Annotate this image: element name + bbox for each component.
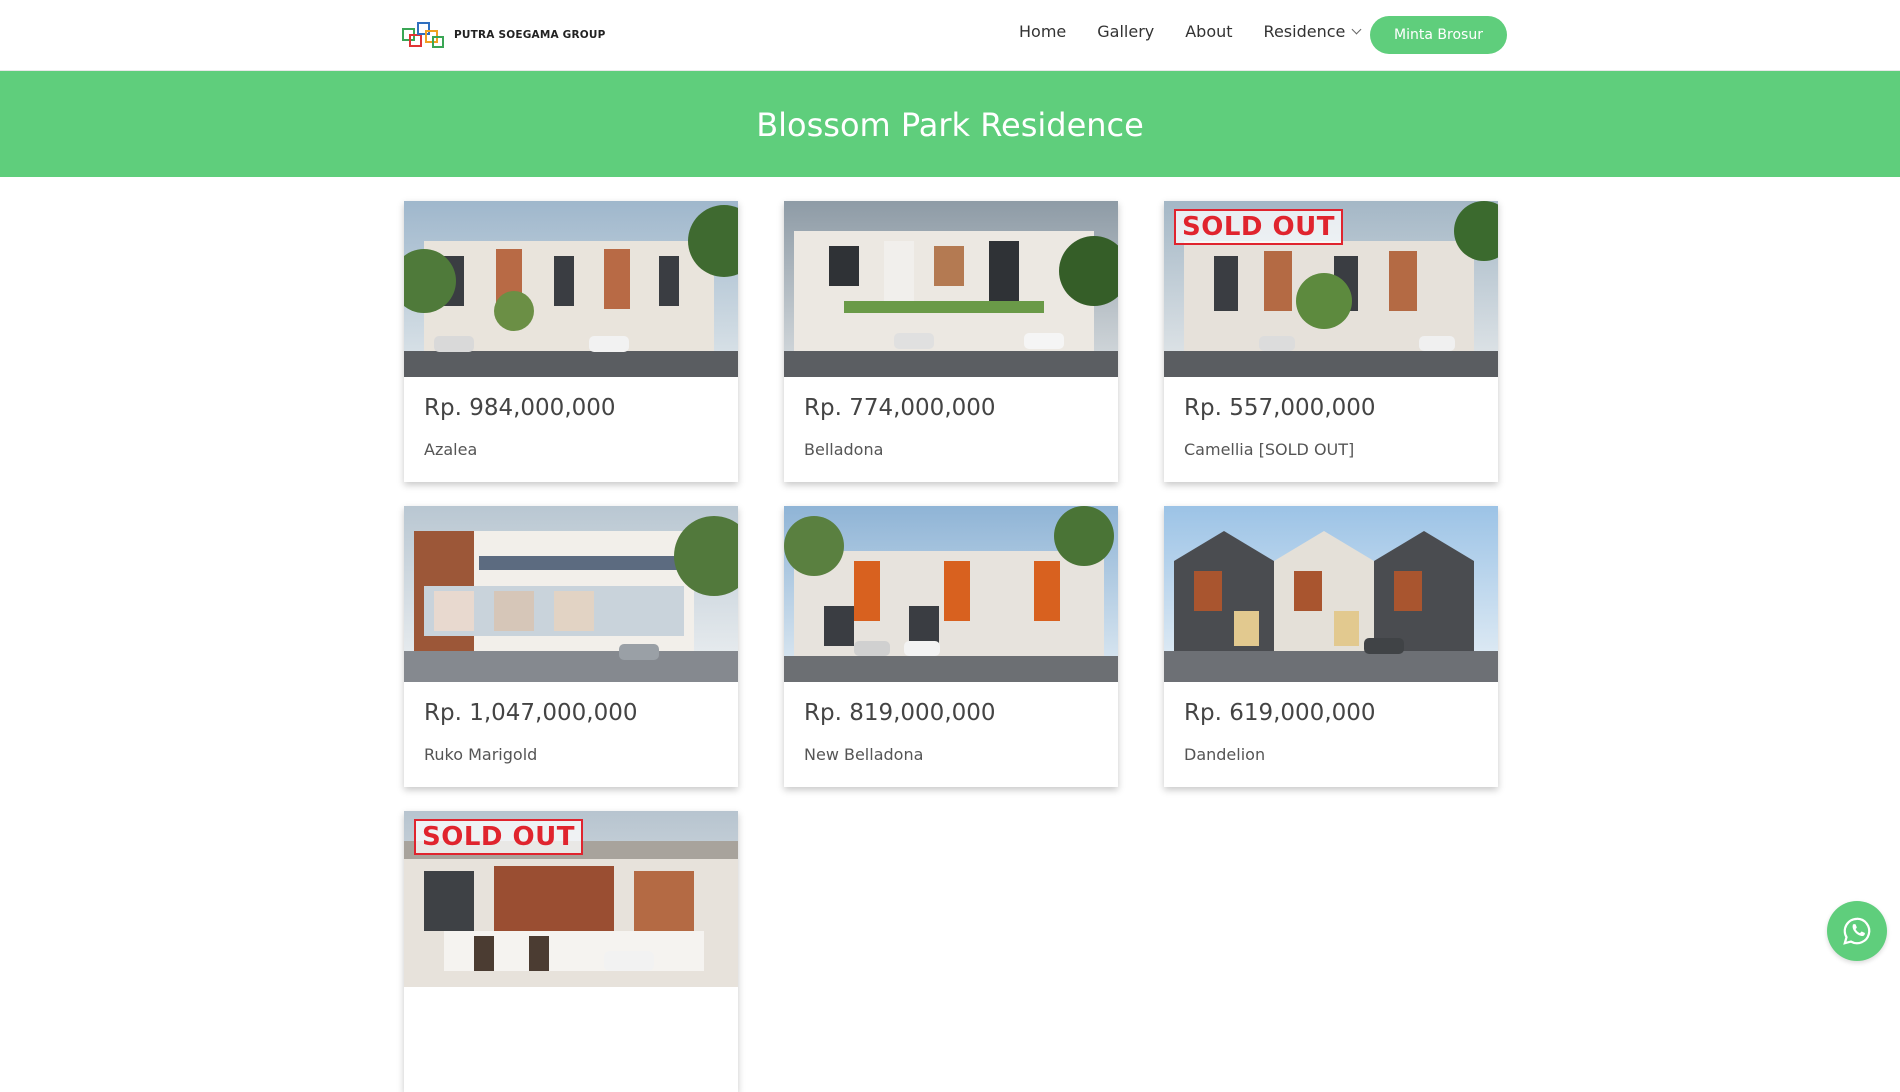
listing-card-ruko-marigold[interactable]: Rp. 1,047,000,000 Ruko Marigold	[404, 506, 738, 787]
nav-residence-label: Residence	[1263, 22, 1346, 41]
sold-out-badge: SOLD OUT	[414, 819, 583, 855]
listing-image: SOLD OUT	[404, 811, 738, 987]
listing-image	[404, 506, 738, 682]
page-hero: Blossom Park Residence	[0, 71, 1900, 177]
nav-about[interactable]: About	[1185, 22, 1232, 41]
nav-residence[interactable]: Residence	[1263, 22, 1362, 41]
listing-image	[784, 506, 1118, 682]
listing-image: SOLD OUT	[1164, 201, 1498, 377]
listing-card-camellia[interactable]: SOLD OUT Rp. 557,000,000 Camellia [SOLD …	[1164, 201, 1498, 482]
listing-card-dandelion[interactable]: Rp. 619,000,000 Dandelion	[1164, 506, 1498, 787]
top-navbar: PUTRA SOEGAMA GROUP Home Gallery About R…	[0, 0, 1900, 71]
main-nav: Home Gallery About Residence	[1019, 22, 1384, 41]
listing-image	[1164, 506, 1498, 682]
nav-gallery[interactable]: Gallery	[1097, 22, 1154, 41]
listing-price: Rp. 1,047,000,000	[424, 700, 638, 726]
chevron-down-icon	[1351, 24, 1362, 35]
listing-price: Rp. 984,000,000	[424, 395, 616, 421]
listing-name: Belladona	[804, 440, 884, 459]
listing-price: Rp. 819,000,000	[804, 700, 996, 726]
sold-out-badge: SOLD OUT	[1174, 209, 1343, 245]
whatsapp-icon	[1843, 917, 1871, 945]
listing-card-belladona[interactable]: Rp. 774,000,000 Belladona	[784, 201, 1118, 482]
page-title: Blossom Park Residence	[756, 106, 1144, 144]
brand-logo[interactable]: PUTRA SOEGAMA GROUP	[402, 20, 606, 50]
listing-card-azalea[interactable]: Rp. 984,000,000 Azalea	[404, 201, 738, 482]
listing-name: New Belladona	[804, 745, 924, 764]
listing-card-new-belladona[interactable]: Rp. 819,000,000 New Belladona	[784, 506, 1118, 787]
listing-image	[784, 201, 1118, 377]
nav-home[interactable]: Home	[1019, 22, 1066, 41]
listing-price: Rp. 557,000,000	[1184, 395, 1376, 421]
brand-name: PUTRA SOEGAMA GROUP	[454, 29, 606, 41]
listing-name: Azalea	[424, 440, 478, 459]
listing-card-sold-out[interactable]: SOLD OUT	[404, 811, 738, 1092]
listing-name: Ruko Marigold	[424, 745, 538, 764]
listing-price: Rp. 619,000,000	[1184, 700, 1376, 726]
listing-price: Rp. 774,000,000	[804, 395, 996, 421]
listing-name: Camellia [SOLD OUT]	[1184, 440, 1355, 459]
whatsapp-button[interactable]	[1827, 901, 1887, 961]
minta-brosur-button[interactable]: Minta Brosur	[1370, 16, 1507, 54]
listing-name: Dandelion	[1184, 745, 1266, 764]
listing-image	[404, 201, 738, 377]
squares-logo-icon	[402, 22, 444, 48]
